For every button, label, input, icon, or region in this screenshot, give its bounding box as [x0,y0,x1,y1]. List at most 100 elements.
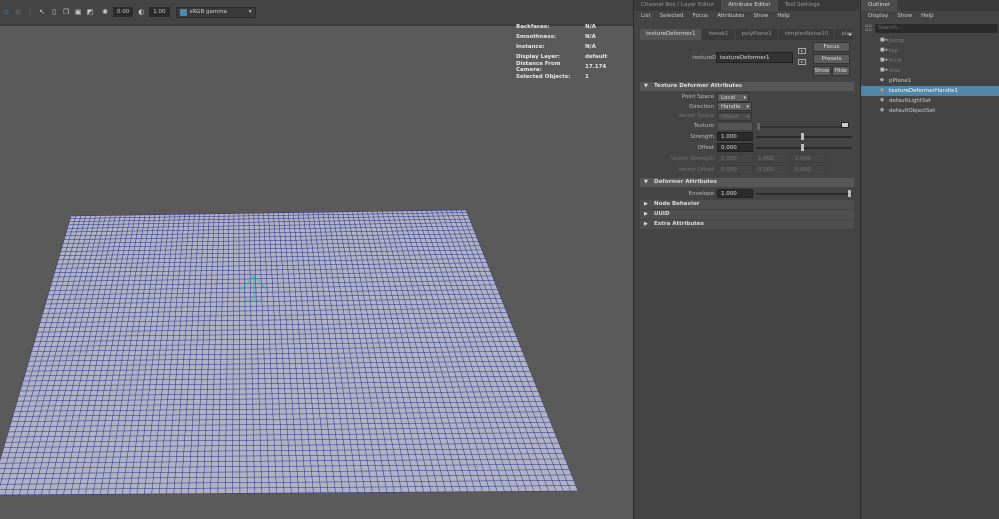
chevron-down-icon: ▾ [248,9,252,15]
point-space-dropdown[interactable]: Local [717,93,749,102]
node-tab-simplexnoise[interactable]: simplexNoise10 [778,29,835,40]
xray-icon[interactable]: ◩ [86,8,94,16]
texture-slider-handle[interactable] [757,123,760,130]
hud-value: N/A [585,44,596,50]
outliner-search-input[interactable]: Search... [875,24,998,33]
copy-layers-icon[interactable]: ❐ [62,8,70,16]
outliner-item-label: defaultObjectSet [889,108,936,114]
section-deformer[interactable]: ▼ Deformer Attributes [640,178,854,187]
menu-show[interactable]: Show [753,13,768,19]
diamond-icon[interactable]: ◇ [2,8,10,16]
outliner-item[interactable]: ■◂ front [861,56,999,66]
chevron-right-icon: ▶ [644,201,648,207]
show-button[interactable]: Show [813,66,831,76]
node-tab-polyplane[interactable]: polyPlane1 [735,29,778,40]
camera-gate-icon[interactable]: ▣ [74,8,82,16]
section-extra-attributes[interactable]: ▶ Extra Attributes [640,220,854,229]
menu-selected[interactable]: Selected [660,13,684,19]
camera-icon: ■◂ [880,37,888,43]
outliner-item-label: textureDeformerHandle1 [889,88,958,94]
strength-slider-handle[interactable] [801,133,804,140]
outliner-item-label: persp [889,38,905,44]
hud-row: Instance: N/A [516,42,607,52]
texture-map-icon[interactable] [841,122,849,128]
grid-toggle-icon[interactable]: ■ [14,8,22,16]
node-tab-tweak[interactable]: tweak1 [702,29,735,40]
vector-strength-x-field: 1.000 [717,154,753,163]
set-icon: ◉ [880,97,885,103]
menu-list[interactable]: List [641,13,651,19]
exposure-field[interactable]: 0.00 [113,7,134,17]
select-cursor-icon[interactable]: ↖ [38,8,46,16]
direction-dropdown[interactable]: Handle [717,102,752,111]
vector-offset-z-field: 0.000 [791,165,827,174]
hud-row: Smoothness: N/A [516,32,607,42]
hud-label: Distance From Camera: [516,61,561,73]
section-title: Deformer Attributes [654,179,717,185]
hide-button[interactable]: Hide [832,66,850,76]
section-uuid[interactable]: ▶ UUID [640,210,854,219]
set-icon: ◉ [880,107,885,113]
outliner-item[interactable]: ◆ pPlane1 [861,76,999,86]
outliner-item-label: defaultLightSet [889,98,932,104]
offset-slider-track[interactable] [756,147,852,149]
outliner-menubar: Display Show Help [861,11,999,21]
gamma-field[interactable]: 1.00 [149,7,170,17]
viewport[interactable]: ◇ ■ | ↖ ▯ ❐ ▣ ◩ ✺ 0.00 ◐ 1.00 sRGB gamma… [0,0,633,519]
strength-slider-track[interactable] [756,136,852,138]
hud-value: default [585,54,608,60]
outliner-item[interactable]: ◈ textureDeformerHandle1 [861,86,999,96]
menu-help[interactable]: Help [921,13,934,19]
outliner-panel: Outliner Display Show Help ▫▫ ▫▫ Search..… [860,0,999,519]
output-connection-icon[interactable]: ▸ [798,59,806,65]
isolate-icon[interactable]: ▯ [50,8,58,16]
menu-focus[interactable]: Focus [692,13,708,19]
outliner-item[interactable]: ■◂ top [861,46,999,56]
chevron-right-icon: ▶ [644,221,648,227]
gamma-icon[interactable]: ◐ [137,8,145,16]
outliner-item[interactable]: ■◂ side [861,66,999,76]
outliner-item[interactable]: ■◂ persp [861,36,999,46]
node-name-field[interactable]: textureDeformer1 [716,52,793,63]
vector-space-dropdown: Object [717,112,752,121]
texture-slider-track[interactable] [756,126,846,128]
focus-button[interactable]: Focus [813,42,850,52]
section-texture-deformer[interactable]: ▼ Texture Deformer Attributes [640,82,854,91]
envelope-slider-handle[interactable] [848,190,851,197]
menu-help[interactable]: Help [777,13,790,19]
vector-offset-label: Vector Offset [678,167,714,173]
vector-offset-x-field: 0.000 [717,165,753,174]
menu-display[interactable]: Display [868,13,888,19]
input-connection-icon[interactable]: ▸ [798,48,806,54]
section-title: Extra Attributes [654,221,704,227]
offset-label: Offset [697,145,714,151]
menu-attributes[interactable]: Attributes [717,13,744,19]
tab-channel-box[interactable]: Channel Box / Layer Editor [634,0,721,11]
attribute-editor-menubar: List Selected Focus Attributes Show Help [634,11,859,21]
tab-attribute-editor[interactable]: Attribute Editor [721,0,778,11]
texture-field[interactable] [717,122,753,131]
exposure-icon[interactable]: ✺ [101,8,109,16]
offset-field[interactable]: 0.000 [717,143,753,152]
outliner-item[interactable]: ◉ defaultLightSet [861,96,999,106]
envelope-field[interactable]: 1.000 [717,189,753,198]
strength-field[interactable]: 1.000 [717,132,753,141]
presets-button[interactable]: Presets [813,54,850,64]
section-node-behavior[interactable]: ▶ Node Behavior [640,200,854,209]
offset-slider-handle[interactable] [801,144,804,151]
node-tabs: textureDeformer1 tweak1 polyPlane1 simpl… [640,29,854,40]
node-tab-texturedeformer[interactable]: textureDeformer1 [640,29,702,40]
separator-icon: | [28,7,32,16]
tab-outliner[interactable]: Outliner [861,0,898,11]
outliner-item-label: front [889,58,903,64]
outliner-item[interactable]: ◉ defaultObjectSet [861,106,999,116]
filter-options-icon[interactable]: ▫▫ ▫▫ [865,24,872,33]
tab-tool-settings[interactable]: Tool Settings [778,0,827,11]
menu-show[interactable]: Show [897,13,912,19]
envelope-slider-track[interactable] [756,193,852,195]
texture-label: Texture [693,123,714,129]
viewport-toolbar: ◇ ■ | ↖ ▯ ❐ ▣ ◩ ✺ 0.00 ◐ 1.00 sRGB gamma… [0,0,633,24]
colorspace-dropdown[interactable]: sRGB gamma ▾ [175,6,256,18]
vector-strength-y-field: 1.000 [754,154,790,163]
chevron-right-icon[interactable]: ▸ [847,29,854,40]
